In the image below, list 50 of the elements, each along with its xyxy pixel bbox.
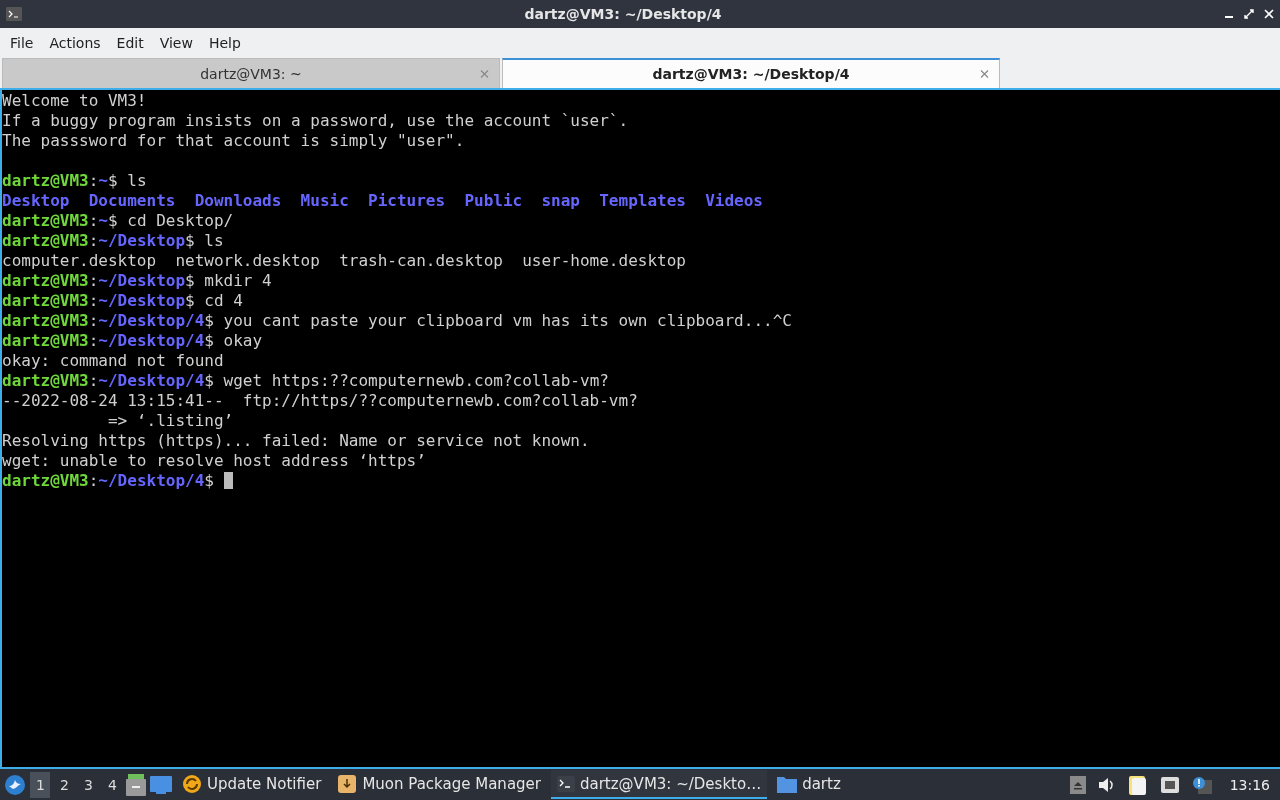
- terminal-line: computer.desktop network.desktop trash-can.desktop user-home.desktop: [2, 251, 686, 271]
- folder-icon: [777, 774, 798, 793]
- text-cursor: [223, 472, 233, 489]
- terminal-line: dartz@VM3:~/Desktop/4$: [2, 471, 233, 491]
- menu-item[interactable]: Edit: [108, 31, 152, 55]
- menu-item[interactable]: Help: [200, 31, 249, 55]
- desktop-icon[interactable]: [150, 775, 172, 794]
- terminal-line: dartz@VM3:~/Desktop/4$ wget https:??computernewb.com?collab-vm?: [2, 371, 609, 391]
- terminal-line: The passsword for that account is simply "user".: [2, 131, 465, 151]
- menu-item[interactable]: File: [2, 31, 42, 55]
- window-title: dartz@VM3: ~/Desktop/4: [523, 6, 723, 22]
- notification-icon[interactable]: [1191, 775, 1212, 794]
- terminal-line: Welcome to VM3!: [2, 91, 147, 111]
- menu-item[interactable]: View: [151, 31, 201, 55]
- eject-icon[interactable]: [1069, 775, 1086, 794]
- terminal-line: --2022-08-24 13:15:41-- ftp://https/??computernewb.com?collab-vm?: [2, 391, 638, 411]
- terminal-icon: [6, 7, 22, 21]
- refresh-icon: [182, 773, 202, 794]
- speaker-icon[interactable]: [1097, 776, 1116, 793]
- terminal-icon: [557, 775, 575, 792]
- taskbar-task[interactable]: dartz: [771, 770, 847, 799]
- terminal-tab[interactable]: dartz@VM3: ~: [2, 58, 500, 88]
- terminal-line: okay: command not found: [2, 351, 224, 371]
- menu-item[interactable]: Actions: [41, 31, 109, 55]
- workspace-button[interactable]: 2: [54, 771, 74, 798]
- clipboard-icon[interactable]: [1127, 773, 1148, 796]
- network-icon[interactable]: [1159, 775, 1180, 794]
- clock: 13:16: [1228, 776, 1271, 793]
- terminal-line: => ‘.listing’: [106, 411, 234, 431]
- terminal-line: If a buggy program insists on a password, use the account `user`.: [2, 111, 629, 131]
- file-cabinet-icon[interactable]: [126, 773, 146, 796]
- terminal-line: dartz@VM3:~/Desktop$ cd 4: [2, 291, 243, 311]
- workspace-button[interactable]: 3: [78, 771, 98, 798]
- terminal-line: dartz@VM3:~/Desktop/4$ okay: [2, 331, 263, 351]
- taskbar-task[interactable]: Update Notifier: [176, 770, 328, 799]
- restore-icon[interactable]: [1244, 9, 1254, 19]
- terminal-line: Desktop Documents Downloads Music Pictures Public snap Templates Videos: [2, 191, 763, 211]
- taskbar-task[interactable]: Muon Package Manager: [331, 770, 547, 799]
- terminal-tab[interactable]: dartz@VM3: ~/Desktop/4: [502, 58, 1000, 88]
- terminal-line: dartz@VM3:~$ ls: [2, 171, 147, 191]
- package-icon: [337, 773, 358, 794]
- workspace-button[interactable]: 1: [30, 771, 50, 798]
- terminal-line: dartz@VM3:~/Desktop$ ls: [2, 231, 224, 251]
- terminal-line: wget: unable to resolve host address ‘https’: [2, 451, 426, 471]
- terminal-line: dartz@VM3:~/Desktop/4$ you cant paste your clipboard vm has its own clipboard...^C: [2, 311, 792, 331]
- workspace-button[interactable]: 4: [102, 771, 122, 798]
- terminal-line: dartz@VM3:~$ cd Desktop/: [2, 211, 234, 231]
- terminal-line: dartz@VM3:~/Desktop$ mkdir 4: [2, 271, 272, 291]
- taskbar-task[interactable]: dartz@VM3: ~/Deskto…: [551, 770, 768, 799]
- terminal-line: Resolving https (https)... failed: Name or service not known.: [2, 431, 590, 451]
